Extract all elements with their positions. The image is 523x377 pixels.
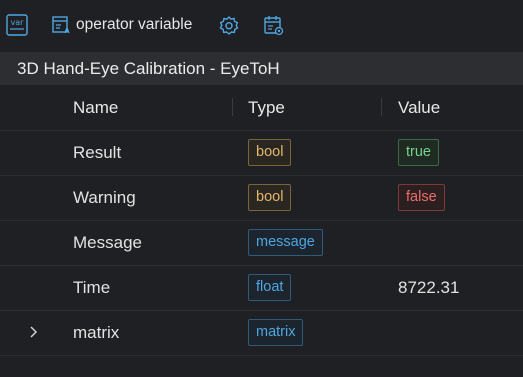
variables-table: Name Type Value Result bool true Warning… (0, 85, 523, 377)
value-badge: false (398, 184, 445, 211)
row-name: Warning (73, 187, 136, 207)
type-badge: float (248, 274, 292, 301)
panel-title-bar: 3D Hand-Eye Calibration - EyeToH (0, 52, 523, 85)
var-icon: var (6, 14, 28, 36)
table-row[interactable]: Result bool true (0, 130, 523, 176)
var-button[interactable]: var (6, 14, 28, 36)
type-badge: bool (248, 184, 292, 211)
table-row[interactable]: Warning bool false (0, 175, 523, 221)
table-header: Name Type Value (0, 85, 523, 131)
column-divider[interactable] (381, 98, 382, 116)
header-name[interactable]: Name (73, 85, 118, 130)
settings-button[interactable] (218, 15, 240, 37)
toolbar: var A operator variable (0, 0, 523, 52)
gear-icon (218, 15, 240, 37)
type-badge: message (248, 229, 323, 256)
svg-text:A: A (64, 27, 70, 35)
type-badge: bool (248, 139, 292, 166)
row-name: Message (73, 232, 142, 252)
table-row[interactable]: matrix matrix (0, 310, 523, 356)
row-value: 8722.31 (398, 277, 460, 297)
calendar-settings-icon (263, 15, 285, 37)
table-row[interactable]: Message message (0, 220, 523, 266)
header-value[interactable]: Value (398, 85, 440, 130)
operator-variable-button[interactable]: A operator variable (52, 15, 192, 35)
schedule-button[interactable] (263, 15, 285, 37)
type-badge: matrix (248, 319, 304, 346)
operator-variable-label: operator variable (76, 16, 193, 33)
header-type[interactable]: Type (248, 85, 285, 130)
operator-variable-icon: A (52, 15, 72, 35)
panel-title: 3D Hand-Eye Calibration - EyeToH (17, 58, 280, 78)
var-icon-text: var (11, 18, 25, 27)
value-badge: true (398, 139, 439, 166)
row-name: matrix (73, 322, 120, 342)
row-name: Time (73, 277, 111, 297)
chevron-right-icon[interactable] (28, 324, 40, 345)
column-divider[interactable] (232, 98, 233, 116)
table-row[interactable]: Time float 8722.31 (0, 265, 523, 311)
row-name: Result (73, 142, 122, 162)
